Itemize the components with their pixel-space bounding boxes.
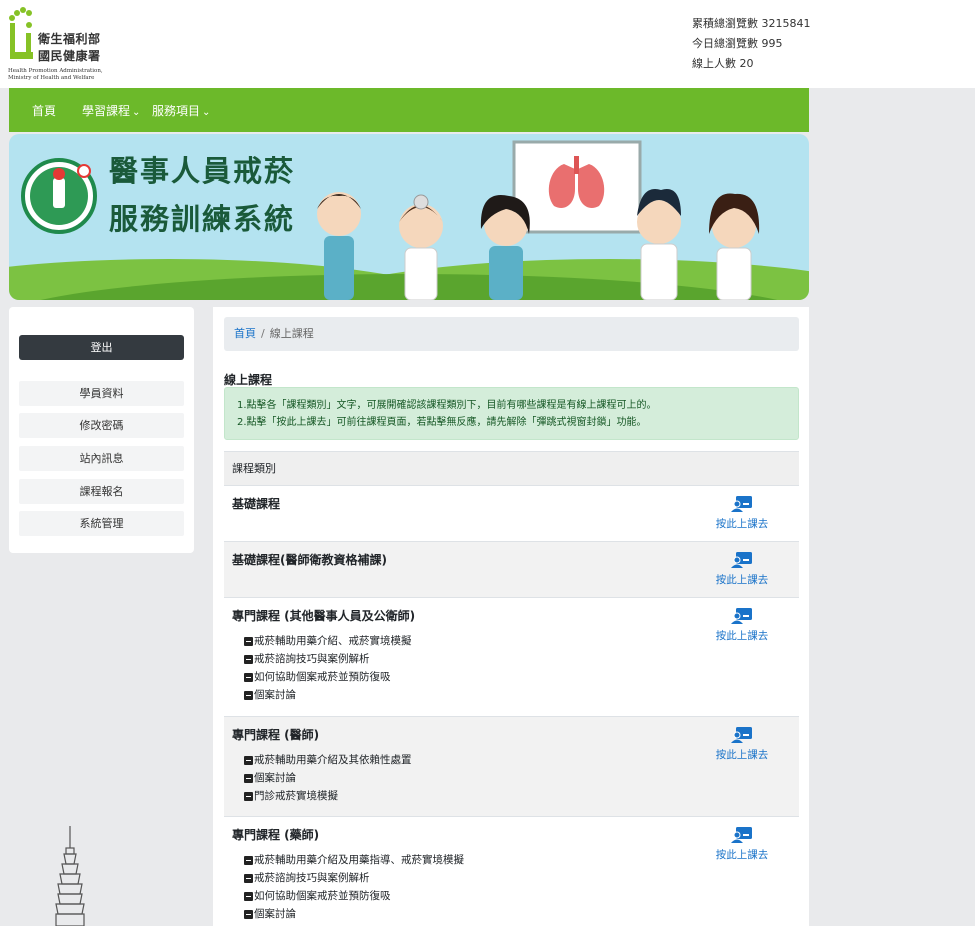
book-icon <box>244 891 253 901</box>
sub-course-item: 個案討論 <box>244 905 464 923</box>
today-views: 今日總瀏覽數 995 <box>692 37 783 50</box>
hero-banner: 醫事人員戒菸 服務訓練系統 <box>9 134 809 300</box>
course-category-link[interactable]: 基礎課程(醫師衛教資格補課) <box>232 551 387 568</box>
sub-course-item: 戒菸輔助用藥介紹及用藥指導、戒菸實境模擬 <box>244 851 464 869</box>
breadcrumb-home-link[interactable]: 首頁 <box>234 327 256 340</box>
sub-course-item: 門診戒菸實境模擬 <box>244 787 412 805</box>
online-class-icon <box>731 827 752 843</box>
book-icon <box>244 855 253 865</box>
sub-course-item: 戒菸諮詢技巧與案例解析 <box>244 869 464 887</box>
main-navbar: 首頁 學習課程 ⌄ 服務項目 ⌄ <box>9 88 809 132</box>
sidebar-item-system-admin[interactable]: 系統管理 <box>19 511 184 536</box>
sub-course-item: 個案討論 <box>244 686 412 704</box>
chevron-down-icon: ⌄ <box>202 107 211 118</box>
book-icon <box>244 755 253 765</box>
course-category-link[interactable]: 專門課程 (醫師) <box>232 726 319 743</box>
banner-title-line2: 服務訓練系統 <box>109 202 296 236</box>
book-icon <box>244 873 253 883</box>
sidebar-item-student-info[interactable]: 學員資料 <box>19 381 184 406</box>
book-icon <box>244 636 253 646</box>
hpa-logo[interactable]: 衛生福利部 國民健康署 Health Promotion Administrat… <box>8 5 108 83</box>
sub-course-item: 如何協助個案戒菸並預防復吸 <box>244 668 412 686</box>
go-to-class-link[interactable]: 按此上課去 <box>714 826 770 862</box>
book-icon <box>244 690 253 700</box>
table-row: 專門課程 (醫師) 戒菸輔助用藥介紹及其依賴性處置 個案討論 門診戒菸實境模擬 … <box>224 717 799 817</box>
breadcrumb-current: 線上課程 <box>269 327 314 340</box>
main-content: 首頁 / 線上課程 線上課程 1.點擊各「課程類別」文字，可展開確認該課程類別下，目… <box>213 307 809 926</box>
instructions-alert: 1.點擊各「課程類別」文字，可展開確認該課程類別下，目前有哪些課程是有線上課程可… <box>224 387 799 440</box>
go-to-class-link[interactable]: 按此上課去 <box>714 607 770 643</box>
sidebar-item-course-registration[interactable]: 課程報名 <box>19 479 184 504</box>
site-stats: 累積總瀏覽數 3215841 今日總瀏覽數 995 線上人數 20 <box>692 14 811 74</box>
table-row: 基礎課程 按此上課去 <box>224 486 799 542</box>
go-to-class-link[interactable]: 按此上課去 <box>714 726 770 762</box>
online-class-icon <box>731 496 752 512</box>
user-sidebar: 登出 學員資料 修改密碼 站內訊息 課程報名 系統管理 <box>9 307 194 553</box>
course-category-link[interactable]: 基礎課程 <box>232 495 280 512</box>
book-icon <box>244 654 253 664</box>
book-icon <box>244 773 253 783</box>
sub-course-list: 戒菸輔助用藥介紹、戒菸實境模擬 戒菸諮詢技巧與案例解析 如何協助個案戒菸並預防復… <box>244 632 412 704</box>
table-row: 專門課程 (其他醫事人員及公衛師) 戒菸輔助用藥介紹、戒菸實境模擬 戒菸諮詢技巧… <box>224 598 799 717</box>
taipei-101-icon <box>55 826 85 926</box>
table-header: 課程類別 <box>224 451 799 486</box>
sub-course-item: 戒菸輔助用藥介紹、戒菸實境模擬 <box>244 632 412 650</box>
nav-services-dropdown[interactable]: 服務項目 ⌄ <box>152 102 210 119</box>
total-views: 累積總瀏覽數 3215841 <box>692 17 811 30</box>
page-title: 線上課程 <box>224 373 273 387</box>
top-header: 衛生福利部 國民健康署 Health Promotion Administrat… <box>0 0 975 88</box>
table-row: 專門課程 (藥師) 戒菸輔助用藥介紹及用藥指導、戒菸實境模擬 戒菸諮詢技巧與案例… <box>224 817 799 926</box>
sub-course-item: 個案討論 <box>244 769 412 787</box>
banner-title-line1: 醫事人員戒菸 <box>109 154 296 188</box>
sub-course-item: 如何協助個案戒菸並預防復吸 <box>244 887 464 905</box>
breadcrumb: 首頁 / 線上課程 <box>224 317 799 351</box>
logo-agency-name: 國民健康署 <box>38 49 101 63</box>
nav-home[interactable]: 首頁 <box>32 102 56 119</box>
sub-course-list: 戒菸輔助用藥介紹及用藥指導、戒菸實境模擬 戒菸諮詢技巧與案例解析 如何協助個案戒… <box>244 851 464 923</box>
chevron-down-icon: ⌄ <box>132 107 141 118</box>
logo-mark-icon <box>9 7 33 59</box>
course-table: 課程類別 基礎課程 按此上課去 基礎課程(醫師衛教資格補課) 按此上課去 專門課… <box>224 451 799 926</box>
book-icon <box>244 909 253 919</box>
course-category-link[interactable]: 專門課程 (其他醫事人員及公衛師) <box>232 607 415 624</box>
table-row: 基礎課程(醫師衛教資格補課) 按此上課去 <box>224 542 799 598</box>
nav-courses-dropdown[interactable]: 學習課程 ⌄ <box>82 102 140 119</box>
logo-english-name: Health Promotion Administration, Ministr… <box>8 68 103 81</box>
online-class-icon <box>731 608 752 624</box>
sidebar-item-change-password[interactable]: 修改密碼 <box>19 413 184 438</box>
go-to-class-link[interactable]: 按此上課去 <box>714 551 770 587</box>
online-class-icon <box>731 727 752 743</box>
course-category-link[interactable]: 專門課程 (藥師) <box>232 826 319 843</box>
online-class-icon <box>731 552 752 568</box>
logout-button[interactable]: 登出 <box>19 335 184 360</box>
sidebar-item-messages[interactable]: 站內訊息 <box>19 446 184 471</box>
sub-course-item: 戒菸輔助用藥介紹及其依賴性處置 <box>244 751 412 769</box>
sub-course-list: 戒菸輔助用藥介紹及其依賴性處置 個案討論 門診戒菸實境模擬 <box>244 751 412 805</box>
logo-ministry-name: 衛生福利部 <box>38 32 101 46</box>
book-icon <box>244 791 253 801</box>
go-to-class-link[interactable]: 按此上課去 <box>714 495 770 531</box>
online-users: 線上人數 20 <box>692 57 754 70</box>
sub-course-item: 戒菸諮詢技巧與案例解析 <box>244 650 412 668</box>
book-icon <box>244 672 253 682</box>
